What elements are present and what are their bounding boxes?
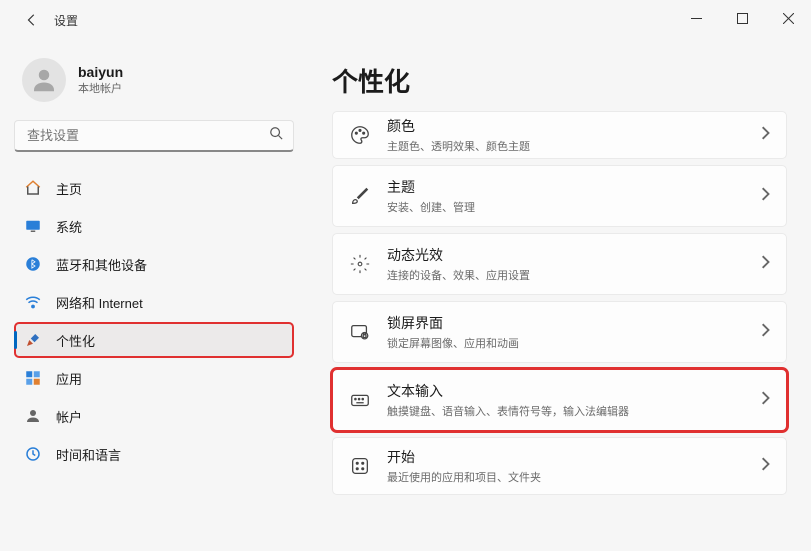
- start-icon: [347, 453, 373, 479]
- profile-subtitle: 本地帐户: [78, 80, 123, 96]
- card-title: 锁屏界面: [387, 313, 746, 333]
- sidebar-item-personalization[interactable]: 个性化: [14, 322, 294, 358]
- chevron-right-icon: [760, 126, 770, 145]
- card-themes[interactable]: 主题 安装、创建、管理: [332, 165, 787, 227]
- search-input[interactable]: [25, 127, 269, 144]
- sidebar-item-label: 主页: [56, 179, 82, 198]
- apps-icon: [24, 369, 42, 387]
- card-subtitle: 锁定屏幕图像、应用和动画: [387, 335, 746, 351]
- chevron-right-icon: [760, 255, 770, 274]
- main-content: 个性化 颜色 主题色、透明效果、颜色主题 主题: [308, 40, 811, 551]
- sidebar-item-label: 应用: [56, 369, 82, 388]
- sidebar-item-label: 系统: [56, 217, 82, 236]
- card-title: 颜色: [387, 116, 746, 136]
- sidebar-item-label: 帐户: [56, 407, 82, 426]
- time-language-icon: [24, 445, 42, 463]
- card-subtitle: 最近使用的应用和项目、文件夹: [387, 469, 746, 485]
- chevron-right-icon: [760, 187, 770, 206]
- card-title: 文本输入: [387, 381, 746, 401]
- sidebar-item-label: 个性化: [56, 331, 95, 350]
- accounts-icon: [24, 407, 42, 425]
- chevron-right-icon: [760, 391, 770, 410]
- sidebar: baiyun 本地帐户 主页 系统: [0, 40, 308, 551]
- system-icon: [24, 217, 42, 235]
- nav-list: 主页 系统 蓝牙和其他设备 网络和 Internet: [14, 170, 294, 472]
- card-start[interactable]: 开始 最近使用的应用和项目、文件夹: [332, 437, 787, 495]
- sidebar-item-time-language[interactable]: 时间和语言: [14, 436, 294, 472]
- sidebar-item-bluetooth[interactable]: 蓝牙和其他设备: [14, 246, 294, 282]
- wifi-icon: [24, 293, 42, 311]
- card-title: 主题: [387, 177, 746, 197]
- lock-screen-icon: [347, 319, 373, 345]
- card-dynamic-lighting[interactable]: 动态光效 连接的设备、效果、应用设置: [332, 233, 787, 295]
- sidebar-item-system[interactable]: 系统: [14, 208, 294, 244]
- window-close[interactable]: [765, 0, 811, 36]
- card-text-input[interactable]: 文本输入 触摸键盘、语音输入、表情符号等，输入法编辑器: [332, 369, 787, 431]
- card-title: 动态光效: [387, 245, 746, 265]
- settings-card-list: 颜色 主题色、透明效果、颜色主题 主题 安装、创建、管理: [332, 111, 787, 475]
- card-colors[interactable]: 颜色 主题色、透明效果、颜色主题: [332, 111, 787, 159]
- window-minimize[interactable]: [673, 0, 719, 36]
- window-maximize[interactable]: [719, 0, 765, 36]
- card-subtitle: 触摸键盘、语音输入、表情符号等，输入法编辑器: [387, 403, 746, 419]
- search-icon: [269, 126, 283, 145]
- chevron-right-icon: [760, 323, 770, 342]
- palette-icon: [347, 122, 373, 148]
- card-subtitle: 主题色、透明效果、颜色主题: [387, 138, 746, 154]
- sidebar-item-label: 网络和 Internet: [56, 293, 143, 312]
- sidebar-item-network[interactable]: 网络和 Internet: [14, 284, 294, 320]
- card-subtitle: 连接的设备、效果、应用设置: [387, 267, 746, 283]
- search-box[interactable]: [14, 120, 294, 152]
- profile-name: baiyun: [78, 64, 123, 80]
- page-title: 个性化: [332, 62, 787, 99]
- bluetooth-icon: [24, 255, 42, 273]
- brush-icon: [347, 183, 373, 209]
- card-subtitle: 安装、创建、管理: [387, 199, 746, 215]
- keyboard-icon: [347, 387, 373, 413]
- card-lock-screen[interactable]: 锁屏界面 锁定屏幕图像、应用和动画: [332, 301, 787, 363]
- sidebar-item-label: 蓝牙和其他设备: [56, 255, 147, 274]
- profile-section[interactable]: baiyun 本地帐户: [14, 50, 294, 120]
- sidebar-item-apps[interactable]: 应用: [14, 360, 294, 396]
- sparkle-icon: [347, 251, 373, 277]
- avatar: [22, 58, 66, 102]
- back-button[interactable]: [18, 6, 46, 34]
- titlebar: 设置: [0, 0, 811, 40]
- personalization-icon: [24, 331, 42, 349]
- sidebar-item-accounts[interactable]: 帐户: [14, 398, 294, 434]
- sidebar-item-home[interactable]: 主页: [14, 170, 294, 206]
- app-title: 设置: [54, 12, 78, 29]
- card-title: 开始: [387, 447, 746, 467]
- chevron-right-icon: [760, 457, 770, 476]
- sidebar-item-label: 时间和语言: [56, 445, 121, 464]
- home-icon: [24, 179, 42, 197]
